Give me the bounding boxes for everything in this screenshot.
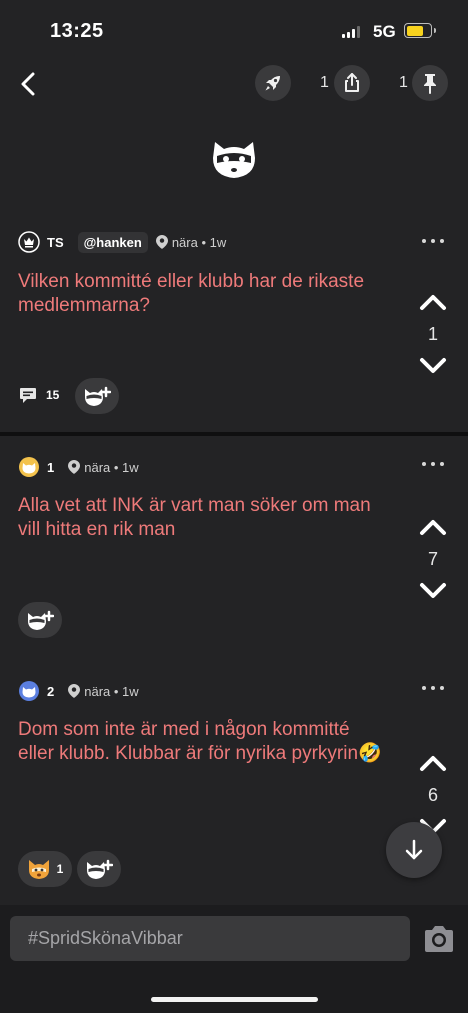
post-location: nära — [84, 683, 111, 699]
rocket-icon — [265, 76, 280, 91]
status-bar: 13:25 5G — [0, 0, 468, 56]
post-location: nära — [84, 459, 111, 475]
composer-bar — [0, 905, 468, 1013]
post-time: 1w — [122, 683, 139, 699]
upvote-chevron-icon[interactable] — [418, 753, 448, 773]
comment-bubble-icon — [20, 388, 36, 403]
post-text[interactable]: Dom som inte är med i någon kommitté ell… — [18, 718, 383, 766]
add-reaction-button[interactable] — [75, 378, 119, 414]
reaction-count: 1 — [56, 862, 64, 876]
vote-count: 1 — [427, 324, 438, 344]
share-button[interactable] — [334, 65, 370, 101]
crown-badge-icon — [18, 231, 40, 253]
meta-separator: • — [110, 683, 123, 699]
add-reaction-button[interactable] — [77, 851, 121, 887]
upvote-chevron-icon[interactable] — [418, 517, 448, 537]
post-meta: 2 nära • 1w — [18, 679, 139, 703]
back-button[interactable] — [14, 70, 42, 98]
vote-count: 6 — [427, 785, 438, 805]
user-handle[interactable]: @hanken — [77, 231, 148, 253]
raccoon-add-icon — [87, 859, 113, 879]
fox-emoji-icon — [28, 860, 49, 879]
location-pin-icon — [68, 684, 81, 698]
author-badge: 1 — [47, 459, 55, 475]
vote-widget: 1 — [418, 292, 448, 376]
post-options-button[interactable] — [422, 680, 444, 696]
post-meta: TS @hanken nära • 1w — [18, 230, 226, 254]
upvote-chevron-icon[interactable] — [418, 292, 448, 312]
reaction-chip[interactable]: 1 — [18, 851, 72, 887]
meta-separator: • — [110, 459, 123, 475]
meta-separator: • — [197, 234, 210, 250]
pin-button[interactable] — [412, 65, 448, 101]
location-pin-icon — [155, 235, 168, 249]
vote-count: 7 — [427, 549, 438, 569]
post-location: nära — [171, 234, 198, 250]
location-pin-icon — [68, 460, 81, 474]
downvote-chevron-icon[interactable] — [418, 356, 448, 376]
home-indicator — [151, 997, 318, 1002]
post-text[interactable]: Alla vet att INK är vart man söker om ma… — [18, 494, 383, 542]
author-badge: TS — [47, 234, 64, 250]
comment-count: 15 — [46, 388, 60, 402]
network-type: 5G — [373, 22, 396, 41]
raccoon-add-icon — [28, 610, 54, 630]
chevron-left-icon — [21, 72, 35, 96]
downvote-chevron-icon[interactable] — [418, 581, 448, 601]
status-time: 13:25 — [50, 20, 104, 42]
author-avatar-icon — [19, 457, 39, 477]
share-icon — [345, 73, 359, 92]
pin-count: 1 — [399, 74, 408, 91]
post-options-button[interactable] — [422, 233, 444, 249]
arrow-down-icon — [405, 839, 423, 860]
boost-button[interactable] — [255, 65, 291, 101]
battery-icon — [404, 23, 436, 38]
pushpin-icon — [424, 74, 436, 94]
comments-link[interactable]: 15 — [18, 385, 59, 405]
raccoon-logo-icon — [213, 142, 255, 178]
post-time: 1w — [122, 459, 139, 475]
post-meta: 1 nära • 1w — [18, 455, 139, 479]
vote-widget: 7 — [418, 517, 448, 601]
post-text[interactable]: Vilken kommitté eller klubb har de rikas… — [18, 270, 383, 318]
share-count: 1 — [320, 74, 329, 91]
camera-icon[interactable] — [422, 924, 456, 954]
raccoon-add-icon — [85, 386, 111, 406]
scroll-to-bottom-button[interactable] — [386, 822, 442, 878]
author-avatar-icon — [19, 681, 39, 701]
post-divider — [0, 432, 468, 436]
signal-icon — [342, 26, 360, 38]
post-options-button[interactable] — [422, 456, 444, 472]
add-reaction-button[interactable] — [18, 602, 62, 638]
reply-input[interactable] — [10, 916, 410, 961]
post-time: 1w — [209, 234, 227, 250]
author-badge: 2 — [47, 683, 55, 699]
